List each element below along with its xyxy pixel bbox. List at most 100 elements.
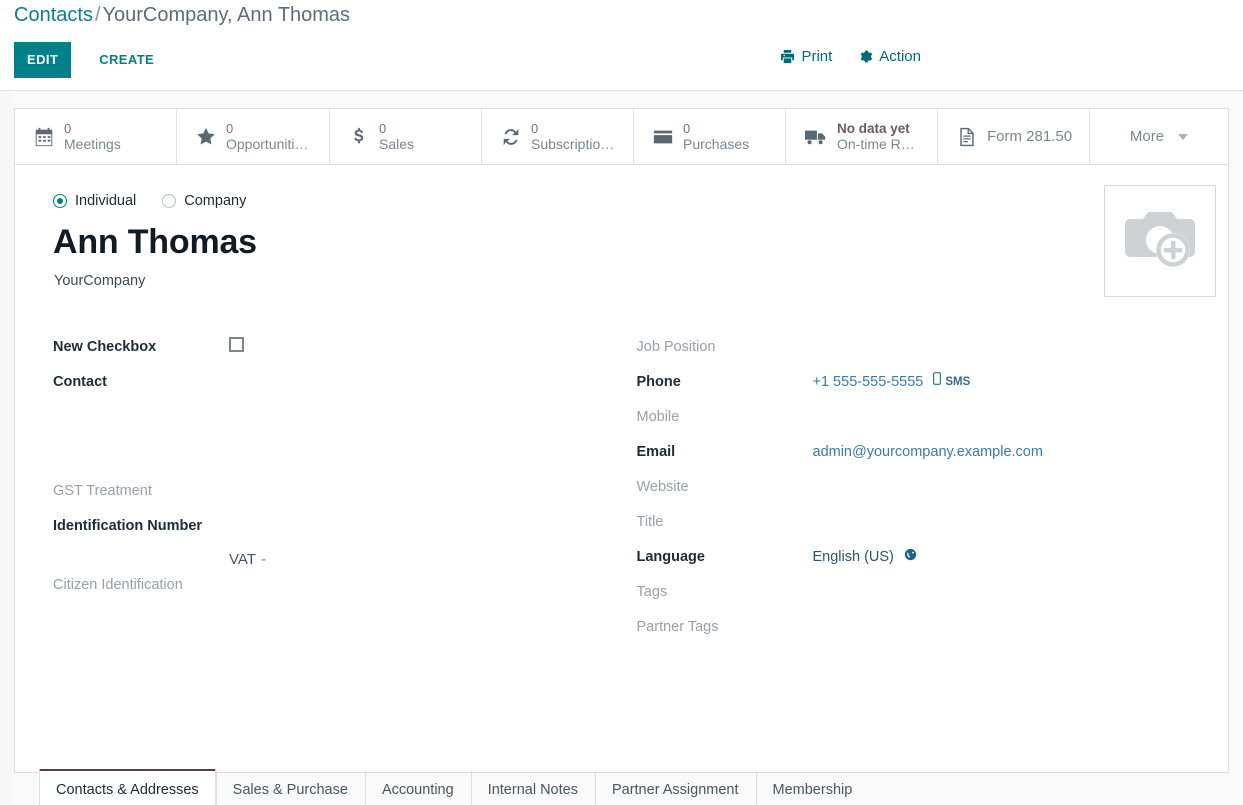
stat-value: 0 [683,120,691,136]
edit-button[interactable]: EDIT [14,42,72,78]
company-type-radio-group: Individual Company [53,193,1204,209]
breadcrumb-current: YourCompany, Ann Thomas [102,4,351,26]
field-value[interactable]: admin@yourcompany.example.com [813,442,1043,462]
stat-label: Subscriptio… [531,135,615,152]
sms-label: SMS [945,376,971,388]
field-partner-tags: Partner Tags [623,617,1205,652]
vat-value: - [260,551,266,568]
stat-value: 0 [531,120,539,136]
star-icon [195,126,217,148]
field-contact: Contact [39,372,621,407]
field-mobile: Mobile [623,407,1205,442]
control-panel-right-actions: Print Action [780,48,921,65]
vat-label: VAT [229,551,256,568]
field-label: Language [636,549,705,565]
mobile-icon [933,372,942,392]
field-label: Job Position [636,339,716,355]
stat-button-meetings[interactable]: 0 Meetings [15,109,177,164]
radio-individual-label: Individual [75,193,137,209]
field-label: Tags [636,584,668,600]
create-button[interactable]: CREATE [85,42,168,78]
print-label: Print [801,48,833,65]
breadcrumb: Contacts / YourCompany, Ann Thomas [14,3,350,27]
page-title: Ann Thomas [53,223,257,261]
tab-accounting[interactable]: Accounting [364,770,471,805]
stat-value: 0 [226,120,234,136]
action-label: Action [879,48,921,65]
right-field-column: Job Position Phone +1 555-555-5555 SMS M… [623,337,1205,652]
record-action-buttons: EDIT CREATE [14,42,168,78]
send-sms-button[interactable]: SMS [933,372,970,392]
parent-company[interactable]: YourCompany [54,273,1204,289]
odoo-contact-form-page: Contacts / YourCompany, Ann Thomas EDIT CR… [0,0,1243,805]
control-panel: Contacts / YourCompany, Ann Thomas EDIT CR… [0,0,1243,91]
field-label: Citizen Identification [53,577,183,593]
dollar-icon [348,126,370,148]
field-job-position: Job Position [623,337,1205,372]
field-gst-treatment: GST Treatment [39,481,621,516]
avatar[interactable] [1104,185,1216,297]
field-email: Email admin@yourcompany.example.com [623,442,1205,477]
tab-internal-notes[interactable]: Internal Notes [470,770,595,805]
field-phone: Phone +1 555-555-5555 SMS [623,372,1205,407]
refresh-icon [500,126,522,148]
radio-company[interactable]: Company [162,193,246,209]
field-website: Website [623,477,1205,512]
stat-value: 0 [379,120,387,136]
form-sheet: 0 Meetings 0 Opportuniti… 0 Sales 0 Subs… [14,108,1229,805]
radio-individual[interactable]: Individual [53,193,136,209]
stat-value: No data yet [837,120,910,136]
field-label: Website [636,479,689,495]
field-vat: VAT - [39,551,621,575]
credit-card-icon [652,126,674,148]
radio-dot-icon [162,194,177,208]
new-checkbox-input[interactable] [229,337,244,352]
stat-value: 0 [64,120,72,136]
radio-dot-selected-icon [53,194,67,208]
language-value: English (US) [812,549,894,565]
file-text-icon [956,126,978,148]
stat-label: Opportuniti… [226,135,309,152]
tab-sales-purchase[interactable]: Sales & Purchase [215,770,365,805]
left-gutter [0,91,14,805]
notebook: Contacts & Addresses Sales & Purchase Ac… [39,769,1228,805]
field-value [229,337,244,352]
tab-contacts-addresses[interactable]: Contacts & Addresses [39,769,216,805]
field-label: Phone [636,374,681,390]
stat-button-on-time-rate[interactable]: No data yet On-time Ra… [786,109,938,164]
truck-icon [804,126,828,148]
stat-button-sales[interactable]: 0 Sales [330,109,482,164]
field-label: New Checkbox [53,339,157,355]
radio-company-label: Company [184,193,247,209]
stat-button-opportunities[interactable]: 0 Opportuniti… [177,109,330,164]
field-columns: New Checkbox Contact GST Treatment Ident… [39,337,1204,652]
breadcrumb-separator: / [94,4,101,26]
stat-label: Meetings [64,135,121,152]
field-language: Language English (US) [623,547,1205,582]
form-body: Individual Company Ann Thomas YourCompan… [15,165,1228,805]
field-label: Partner Tags [636,619,719,635]
field-label: GST Treatment [53,483,152,499]
field-label: Title [636,514,664,530]
tab-membership[interactable]: Membership [755,770,870,805]
field-value[interactable]: +1 555-555-5555 SMS [813,372,970,392]
field-label: Mobile [636,409,680,425]
chevron-down-icon [1178,133,1189,140]
globe-icon[interactable] [904,547,917,567]
breadcrumb-root-link[interactable]: Contacts [14,4,93,26]
tab-partner-assignment[interactable]: Partner Assignment [594,770,756,805]
field-title: Title [623,512,1205,547]
field-value[interactable]: English (US) [813,547,917,567]
print-menu[interactable]: Print [780,48,832,65]
stat-button-more[interactable]: More [1090,109,1228,164]
field-label: Email [636,444,676,460]
action-menu[interactable]: Action [858,48,921,65]
stat-button-purchases[interactable]: 0 Purchases [634,109,786,164]
field-tags: Tags [623,582,1205,617]
field-new-checkbox: New Checkbox [39,337,621,372]
more-label: More [1129,128,1165,145]
stat-button-subscriptions[interactable]: 0 Subscriptio… [482,109,634,164]
stat-button-form-281-50[interactable]: Form 281.50 [938,109,1090,164]
phone-number[interactable]: +1 555-555-5555 [813,372,924,392]
notebook-tabs: Contacts & Addresses Sales & Purchase Ac… [39,769,1228,805]
